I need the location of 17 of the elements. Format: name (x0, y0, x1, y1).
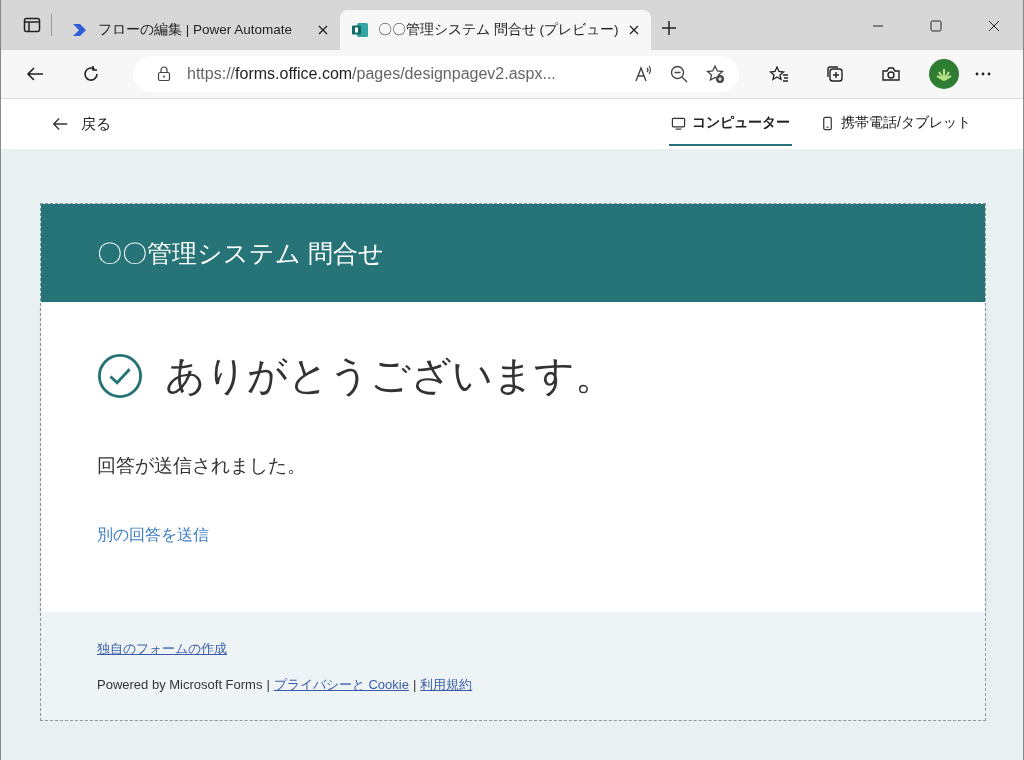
thank-you-heading: ありがとうございます。 (165, 352, 615, 399)
separator: | (412, 677, 417, 692)
confirmation-message: 回答が送信されました。 (97, 454, 307, 478)
view-tab[interactable]: コンピューター (669, 102, 793, 146)
url-text[interactable]: https://forms.office.com/pages/designpagev2.aspx... (187, 65, 617, 83)
terms-link[interactable]: 利用規約 (420, 676, 473, 694)
address-bar[interactable]: https://forms.office.com/pages/designpagev2.aspx... (133, 56, 739, 92)
create-form-link[interactable]: 独自のフォームの作成 (97, 641, 227, 656)
resubmit-link[interactable]: 別の回答を送信 (97, 525, 209, 546)
form-title: 〇〇管理システム 問合せ (97, 237, 384, 269)
browser-tab[interactable]: フローの編集 | Power Automate (60, 10, 340, 50)
back-button[interactable]: 戻る (51, 114, 111, 134)
privacy-link[interactable]: プライバシーと Cookie (273, 676, 409, 694)
browser-tab[interactable]: 〇〇管理システム 問合せ (プレビュー) (340, 10, 651, 50)
separator: | (266, 677, 270, 692)
powered-by-text: Powered by Microsoft Forms (97, 677, 263, 692)
view-tab[interactable]: 携帯電話/タブレット (818, 102, 973, 146)
